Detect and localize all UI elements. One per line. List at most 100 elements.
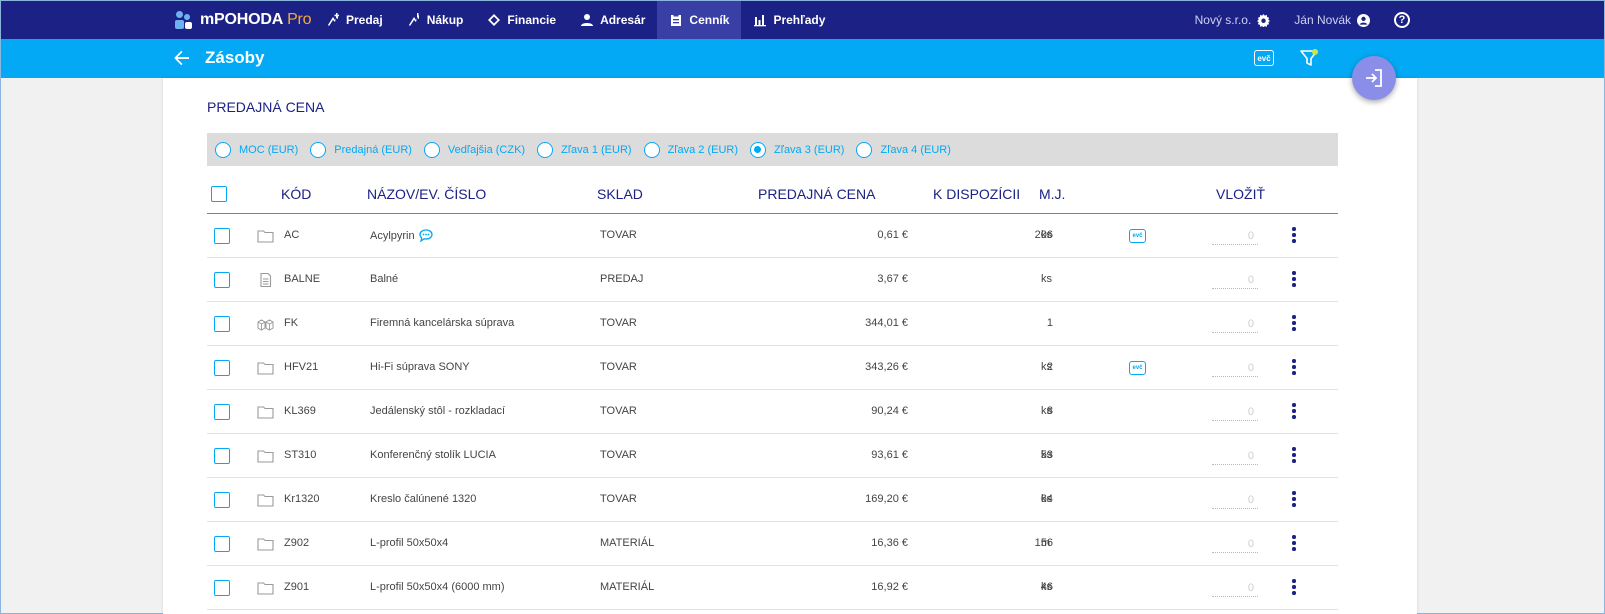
evc-badge[interactable]: evč: [1129, 361, 1146, 375]
select-all-checkbox[interactable]: [211, 186, 227, 202]
comment-icon[interactable]: [418, 229, 433, 242]
row-checkbox[interactable]: [214, 228, 230, 244]
header-price[interactable]: PREDAJNÁ CENA: [758, 186, 875, 202]
nav-predaj[interactable]: Predaj: [314, 1, 395, 39]
back-arrow-icon[interactable]: [173, 49, 191, 67]
radio-zlava-4[interactable]: Zľava 4 (EUR): [856, 141, 951, 158]
table-row[interactable]: KL369 Jedálenský stôl - rozkladací TOVAR 90…: [207, 390, 1338, 434]
insert-quantity-input[interactable]: 0: [1212, 315, 1258, 333]
header-available[interactable]: K DISPOZÍCII: [933, 186, 1020, 202]
nav-cennik[interactable]: Cenník: [657, 1, 742, 39]
radio-zlava-1[interactable]: Zľava 1 (EUR): [537, 141, 632, 158]
app-logo[interactable]: mPOHODA Pro: [174, 10, 312, 30]
radio-zlava-3[interactable]: Zľava 3 (EUR): [750, 141, 845, 158]
insert-quantity-input[interactable]: 0: [1212, 271, 1258, 289]
more-vert-icon[interactable]: [1289, 227, 1299, 245]
row-checkbox[interactable]: [214, 536, 230, 552]
row-checkbox[interactable]: [214, 272, 230, 288]
insert-quantity-input[interactable]: 0: [1212, 447, 1258, 465]
row-checkbox[interactable]: [214, 360, 230, 376]
item-name: L-profil 50x50x4 (6000 mm): [370, 581, 505, 593]
table-row[interactable]: HFV21 Hi-Fi súprava SONY TOVAR 343,26 €2 ks e…: [207, 346, 1338, 390]
header-store[interactable]: SKLAD: [597, 186, 643, 202]
row-checkbox[interactable]: [214, 492, 230, 508]
help-icon[interactable]: ?: [1394, 12, 1410, 28]
folder-icon: [257, 406, 274, 419]
insert-quantity-input[interactable]: 0: [1212, 579, 1258, 597]
more-vert-icon[interactable]: [1289, 403, 1299, 421]
cell-unit: ks: [1041, 493, 1052, 505]
header-unit[interactable]: M.J.: [1039, 186, 1065, 202]
cell-name: Konferenčný stolík LUCIA: [370, 449, 496, 461]
nav-label: Financie: [507, 13, 557, 27]
evc-badge[interactable]: evč: [1129, 229, 1146, 243]
radio-predajna[interactable]: Predajná (EUR): [310, 141, 412, 158]
user-menu[interactable]: Ján Novák: [1294, 13, 1370, 27]
radio-label: Zľava 3 (EUR): [774, 143, 845, 156]
more-vert-icon[interactable]: [1289, 491, 1299, 509]
table-row[interactable]: Kr1320 Kreslo čalúnené 1320 TOVAR 169,20 €6…: [207, 478, 1338, 522]
cell-price: 93,61 €: [871, 449, 908, 461]
import-fab-button[interactable]: [1352, 56, 1396, 100]
table-row[interactable]: Z902 L-profil 50x50x4 MATERIÁL 16,36 €156 m 0: [207, 522, 1338, 566]
more-vert-icon[interactable]: [1289, 579, 1299, 597]
radio-dot: [423, 141, 440, 158]
table-row[interactable]: AC Acylpyrin TOVAR 0,61 €206 ks evč 0: [207, 214, 1338, 258]
top-bar: mPOHODA Pro Predaj Nákup Financie Adresár…: [1, 1, 1604, 39]
cell-unit: m: [1041, 537, 1051, 549]
nav-financie[interactable]: Financie: [475, 1, 568, 39]
row-checkbox[interactable]: [214, 404, 230, 420]
nav-prehlady[interactable]: Prehľady: [741, 1, 837, 39]
company-selector[interactable]: Nový s.r.o.: [1195, 13, 1271, 27]
cell-code: KL369: [284, 405, 316, 417]
more-vert-icon[interactable]: [1289, 359, 1299, 377]
login-arrow-icon: [1366, 69, 1382, 87]
insert-quantity-input[interactable]: 0: [1212, 535, 1258, 553]
header-code[interactable]: KÓD: [281, 186, 311, 202]
row-checkbox[interactable]: [214, 448, 230, 464]
nav-adresar[interactable]: Adresár: [568, 1, 657, 39]
item-name: Firemná kancelárska súprava: [370, 317, 515, 329]
cell-code: Z901: [284, 581, 310, 593]
header-name[interactable]: NÁZOV/EV. ČÍSLO: [367, 186, 486, 202]
cell-name: L-profil 50x50x4: [370, 537, 448, 549]
cell-price: 169,20 €: [865, 493, 908, 505]
cell-unit: ks: [1041, 229, 1052, 241]
radio-label: MOC (EUR): [239, 143, 299, 156]
table-row[interactable]: BALNE Balné PREDAJ 3,67 € ks 0: [207, 258, 1338, 302]
cell-code: ST310: [284, 449, 317, 461]
item-name: Hi-Fi súprava SONY: [370, 361, 470, 373]
table-row[interactable]: ST310 Konferenčný stolík LUCIA TOVAR 93,61 …: [207, 434, 1338, 478]
insert-quantity-input[interactable]: 0: [1212, 359, 1258, 377]
price-type-selector: MOC (EUR) Predajná (EUR) Vedľajšia (CZK)…: [207, 133, 1338, 166]
more-vert-icon[interactable]: [1289, 315, 1299, 333]
evc-button[interactable]: evč: [1254, 50, 1274, 66]
gear-icon: [1257, 13, 1271, 27]
cell-name: Acylpyrin: [370, 229, 433, 242]
insert-quantity-input[interactable]: 0: [1212, 227, 1258, 245]
table-row[interactable]: Z901 L-profil 50x50x4 (6000 mm) MATERIÁL 16…: [207, 566, 1338, 610]
cell-store: PREDAJ: [600, 273, 644, 285]
insert-quantity-input[interactable]: 0: [1212, 491, 1258, 509]
folder-icon: [257, 538, 274, 551]
cell-code: AC: [284, 229, 300, 241]
radio-vedlajsia[interactable]: Vedľajšia (CZK): [423, 141, 525, 158]
item-name: Kreslo čalúnené 1320: [370, 493, 477, 505]
cell-available: 1: [1046, 317, 1053, 329]
cell-price: 344,01 €: [865, 317, 908, 329]
section-title: PREDAJNÁ CENA: [207, 99, 325, 115]
cell-price: 16,92 €: [871, 581, 908, 593]
more-vert-icon[interactable]: [1289, 535, 1299, 553]
logo-icon: [174, 10, 194, 30]
more-vert-icon[interactable]: [1289, 447, 1299, 465]
insert-quantity-input[interactable]: 0: [1212, 403, 1258, 421]
table-row[interactable]: FK Firemná kancelárska súprava TOVAR 344,01…: [207, 302, 1338, 346]
radio-zlava-2[interactable]: Zľava 2 (EUR): [643, 141, 738, 158]
cell-name: L-profil 50x50x4 (6000 mm): [370, 581, 505, 593]
nav-label: Adresár: [600, 13, 646, 27]
more-vert-icon[interactable]: [1289, 271, 1299, 289]
radio-moc[interactable]: MOC (EUR): [215, 141, 299, 158]
row-checkbox[interactable]: [214, 316, 230, 332]
row-checkbox[interactable]: [214, 580, 230, 596]
nav-nakup[interactable]: Nákup: [395, 1, 476, 39]
